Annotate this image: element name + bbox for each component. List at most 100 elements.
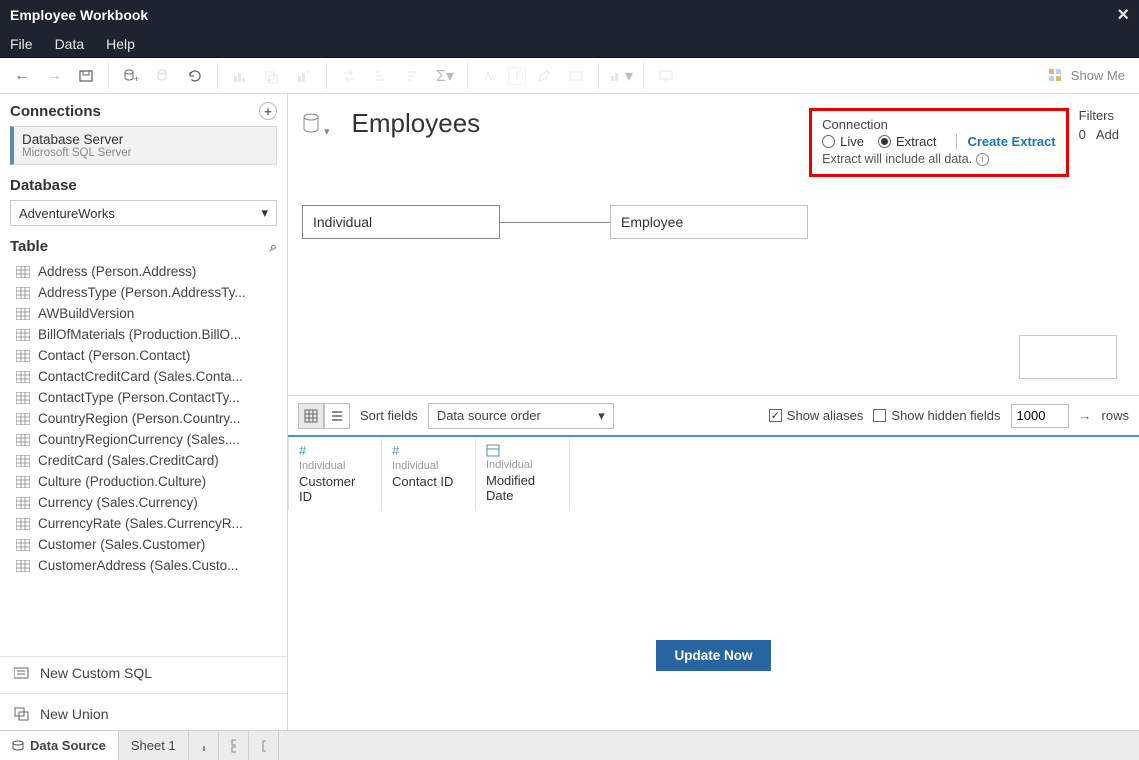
menu-bar: File Data Help: [0, 30, 1139, 58]
title-bar: Employee Workbook ×: [0, 0, 1139, 30]
database-select[interactable]: AdventureWorks ▾: [10, 200, 277, 226]
sidebar: Connections + Database Server Microsoft …: [0, 94, 288, 730]
table-item[interactable]: ContactCreditCard (Sales.Conta...: [0, 366, 287, 387]
fit-icon: [562, 62, 590, 90]
table-item[interactable]: AddressType (Person.AddressTy...: [0, 282, 287, 303]
grid-column[interactable]: IndividualModified Date: [476, 437, 570, 510]
toolbar: ← → + × Σ▾ T ▾ Show Me: [0, 58, 1139, 94]
table-item[interactable]: ContactType (Person.ContactTy...: [0, 387, 287, 408]
connection-name: Database Server: [22, 132, 268, 147]
chevron-down-icon: ▾: [598, 408, 605, 424]
presentation-icon: [652, 62, 680, 90]
data-grid-header: #IndividualCustomer ID#IndividualContact…: [288, 435, 1139, 510]
filters-count: 0: [1079, 127, 1086, 142]
extract-note: Extract will include all data.: [822, 152, 972, 166]
grid-column[interactable]: #IndividualContact ID: [382, 437, 476, 510]
svg-text:×: ×: [306, 68, 311, 77]
search-icon[interactable]: ⌕: [270, 239, 277, 255]
show-me-icon: [1047, 67, 1065, 85]
chart-type-icon: ▾: [607, 62, 635, 90]
add-connection-icon[interactable]: +: [259, 102, 277, 120]
datasource-name[interactable]: Employees: [352, 108, 481, 139]
new-worksheet-tab-icon[interactable]: +: [189, 731, 219, 760]
table-item[interactable]: Currency (Sales.Currency): [0, 492, 287, 513]
table-item[interactable]: Culture (Production.Culture): [0, 471, 287, 492]
connection-label: Connection: [822, 117, 1055, 132]
menu-file[interactable]: File: [10, 36, 33, 52]
chevron-down-icon: ▾: [261, 205, 268, 221]
main-area: ▾ Employees Connection Live Extract Crea…: [288, 94, 1139, 730]
create-extract-link[interactable]: Create Extract: [956, 134, 1055, 149]
list-view-icon[interactable]: [324, 403, 350, 429]
new-story-tab-icon[interactable]: +: [249, 731, 279, 760]
connection-type: Microsoft SQL Server: [22, 147, 268, 159]
grid-column[interactable]: #IndividualCustomer ID: [288, 437, 382, 510]
table-item[interactable]: CreditCard (Sales.CreditCard): [0, 450, 287, 471]
swap-icon: [335, 62, 363, 90]
back-icon[interactable]: ←: [8, 62, 36, 90]
join-line: [500, 222, 610, 223]
table-item[interactable]: Contact (Person.Contact): [0, 345, 287, 366]
radio-live[interactable]: Live: [822, 134, 864, 149]
table-item[interactable]: CountryRegion (Person.Country...: [0, 408, 287, 429]
table-label: Table: [10, 238, 48, 255]
sort-label: Sort fields: [360, 408, 418, 423]
table-item[interactable]: Customer (Sales.Customer): [0, 534, 287, 555]
pause-updates-icon: [149, 62, 177, 90]
grid-view-icon[interactable]: [298, 403, 324, 429]
table-item[interactable]: CurrencyRate (Sales.CurrencyR...: [0, 513, 287, 534]
sort-desc-icon: [399, 62, 427, 90]
new-worksheet-icon: [226, 62, 254, 90]
sql-icon: [14, 666, 30, 680]
grid-toolbar: Sort fields Data source order ▾ ✓Show al…: [288, 395, 1139, 435]
filters-label: Filters: [1079, 108, 1119, 123]
forward-icon: →: [40, 62, 68, 90]
new-union[interactable]: New Union: [0, 698, 287, 730]
connection-panel: Connection Live Extract Create Extract E…: [809, 108, 1068, 177]
new-custom-sql[interactable]: New Custom SQL: [0, 657, 287, 689]
join-canvas[interactable]: Individual Employee: [288, 185, 1139, 395]
info-icon[interactable]: i: [976, 153, 989, 166]
datasource-tab-icon: [12, 740, 24, 752]
filters-add[interactable]: Add: [1096, 127, 1119, 142]
table-employee[interactable]: Employee: [610, 205, 808, 239]
app-title: Employee Workbook: [10, 7, 148, 23]
table-item[interactable]: AWBuildVersion: [0, 303, 287, 324]
union-icon: [14, 707, 30, 721]
svg-text:+: +: [134, 74, 139, 84]
floating-panel[interactable]: [1019, 335, 1117, 379]
refresh-icon[interactable]: [181, 62, 209, 90]
new-dashboard-tab-icon[interactable]: +: [219, 731, 249, 760]
menu-data[interactable]: Data: [55, 36, 85, 52]
rows-input[interactable]: [1011, 404, 1069, 428]
dropdown-caret-icon[interactable]: ▾: [324, 125, 330, 138]
show-aliases-checkbox[interactable]: ✓Show aliases: [769, 408, 864, 423]
tab-sheet1[interactable]: Sheet 1: [119, 731, 189, 760]
sort-select[interactable]: Data source order ▾: [428, 403, 614, 429]
show-me-button[interactable]: Show Me: [1047, 67, 1131, 85]
radio-extract[interactable]: Extract: [878, 134, 936, 149]
update-now-button[interactable]: Update Now: [656, 640, 770, 671]
connections-label: Connections: [10, 103, 101, 120]
show-hidden-checkbox[interactable]: Show hidden fields: [873, 408, 1000, 423]
table-item[interactable]: CustomerAddress (Sales.Custo...: [0, 555, 287, 576]
rows-label: rows: [1102, 408, 1129, 423]
filters-panel: Filters 0 Add: [1079, 108, 1119, 142]
text-icon: T: [508, 67, 526, 85]
table-individual[interactable]: Individual: [302, 205, 500, 239]
table-item[interactable]: Address (Person.Address): [0, 261, 287, 282]
menu-help[interactable]: Help: [106, 36, 135, 52]
tab-data-source[interactable]: Data Source: [0, 731, 119, 760]
arrow-right-icon[interactable]: →: [1079, 408, 1092, 423]
close-icon[interactable]: ×: [1117, 4, 1129, 27]
table-item[interactable]: CountryRegionCurrency (Sales....: [0, 429, 287, 450]
table-item[interactable]: BillOfMaterials (Production.BillO...: [0, 324, 287, 345]
pen-icon: [530, 62, 558, 90]
database-label: Database: [10, 177, 77, 194]
save-icon[interactable]: [72, 62, 100, 90]
highlight-icon: [476, 62, 504, 90]
connection-item[interactable]: Database Server Microsoft SQL Server: [10, 126, 277, 165]
table-list: Address (Person.Address)AddressType (Per…: [0, 261, 287, 656]
datasource-icon: [302, 113, 322, 135]
new-datasource-icon[interactable]: +: [117, 62, 145, 90]
